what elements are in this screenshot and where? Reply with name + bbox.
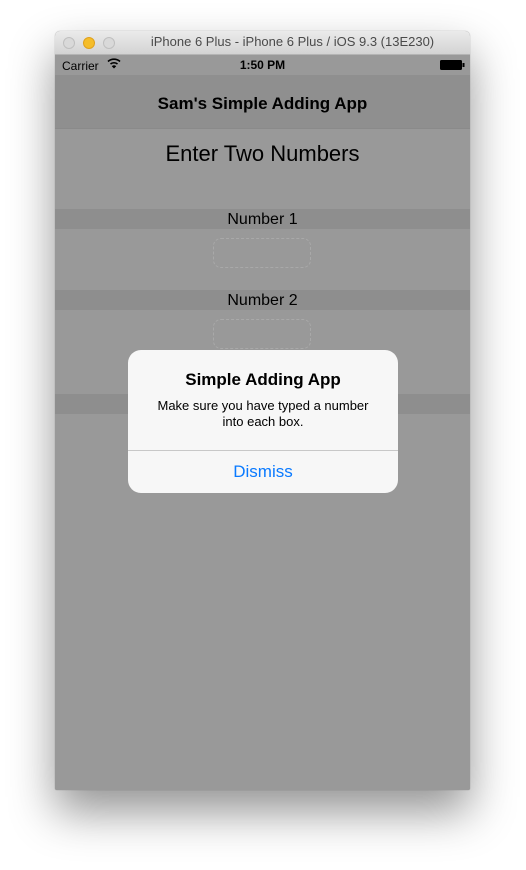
status-bar: Carrier 1:50 PM [55, 55, 470, 75]
number1-input[interactable] [213, 238, 311, 268]
number2-input[interactable] [213, 319, 311, 349]
simulator-window: iPhone 6 Plus - iPhone 6 Plus / iOS 9.3 … [55, 31, 470, 790]
alert-title: Simple Adding App [185, 370, 341, 389]
number2-label: Number 2 [227, 292, 298, 309]
status-time: 1:50 PM [239, 58, 286, 72]
number1-label: Number 1 [227, 211, 298, 228]
dismiss-button[interactable]: Dismiss [128, 451, 398, 493]
zoom-window-button[interactable] [103, 37, 115, 49]
alert-message: Make sure you have typed a number into e… [157, 398, 369, 429]
nav-title: Sam's Simple Adding App [157, 94, 368, 113]
close-window-button[interactable] [63, 37, 75, 49]
window-titlebar[interactable]: iPhone 6 Plus - iPhone 6 Plus / iOS 9.3 … [55, 31, 470, 55]
navigation-bar: Sam's Simple Adding App [55, 75, 470, 129]
phone-screen: Carrier 1:50 PM Sam's Simple Adding App … [55, 55, 470, 790]
minimize-window-button[interactable] [83, 37, 95, 49]
alert-dialog: Simple Adding App Make sure you have typ… [128, 350, 398, 493]
page-heading: Enter Two Numbers [165, 141, 360, 166]
battery-icon [440, 60, 465, 70]
window-title: iPhone 6 Plus - iPhone 6 Plus / iOS 9.3 … [150, 34, 435, 49]
